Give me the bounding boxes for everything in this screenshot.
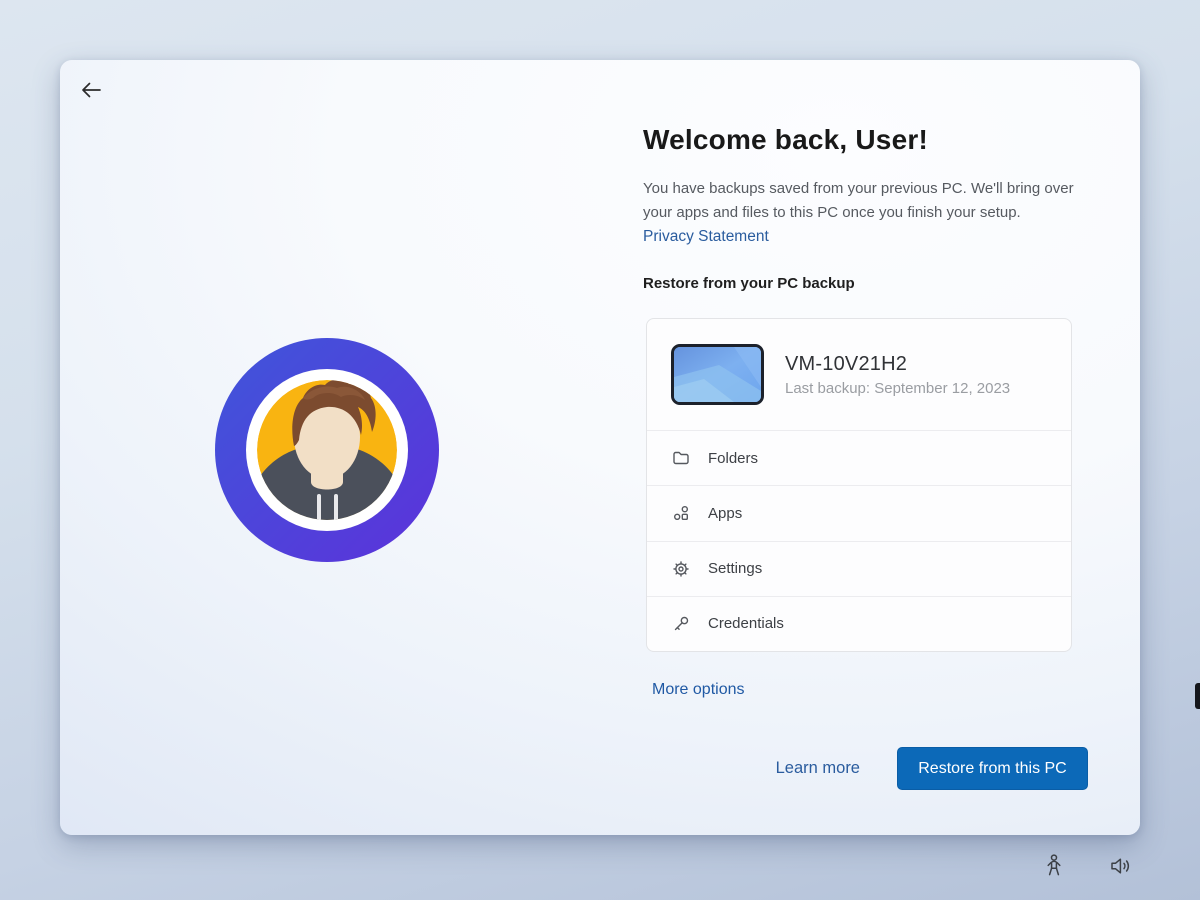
volume-button[interactable] (1104, 850, 1138, 885)
system-tray (1038, 842, 1138, 892)
privacy-statement-link[interactable]: Privacy Statement (643, 228, 769, 245)
user-avatar (215, 338, 439, 562)
restore-from-pc-button[interactable]: Restore from this PC (897, 747, 1088, 790)
footer-actions: Learn more Restore from this PC (643, 747, 1088, 790)
last-backup-date: Last backup: September 12, 2023 (785, 379, 1011, 397)
page-title: Welcome back, User! (643, 124, 928, 155)
accessibility-button[interactable] (1038, 849, 1070, 886)
backup-item-label: Folders (708, 449, 759, 467)
device-thumbnail (671, 344, 764, 405)
more-options-link[interactable]: More options (652, 681, 745, 699)
back-button[interactable] (74, 74, 108, 108)
backup-item-label: Settings (708, 560, 763, 578)
backup-item-settings[interactable]: Settings (647, 542, 1071, 597)
backup-item-folders[interactable]: Folders (647, 431, 1071, 487)
avatar-illustration (215, 338, 439, 562)
learn-more-link[interactable]: Learn more (776, 759, 860, 778)
backup-item-label: Credentials (708, 615, 784, 633)
description-text: You have backups saved from your previou… (643, 177, 1075, 249)
description-body: You have backups saved from your previou… (643, 180, 1074, 221)
apps-icon (671, 503, 691, 523)
backup-device-header: VM-10V21H2 Last backup: September 12, 20… (647, 319, 1071, 431)
backup-item-apps[interactable]: Apps (647, 486, 1071, 542)
key-icon (671, 614, 691, 634)
back-arrow-icon (78, 77, 104, 106)
backup-item-credentials[interactable]: Credentials (647, 597, 1071, 651)
volume-icon (1108, 854, 1134, 881)
screen-edge-bar (1195, 683, 1200, 709)
folder-icon (671, 448, 691, 468)
device-meta: VM-10V21H2 Last backup: September 12, 20… (785, 353, 1010, 397)
accessibility-icon (1042, 853, 1066, 882)
backup-card: VM-10V21H2 Last backup: September 12, 20… (646, 318, 1072, 652)
device-name: VM-10V21H2 (785, 352, 908, 375)
backup-item-label: Apps (708, 504, 743, 522)
restore-section-label: Restore from your PC backup (643, 275, 855, 292)
settings-icon (671, 559, 691, 579)
